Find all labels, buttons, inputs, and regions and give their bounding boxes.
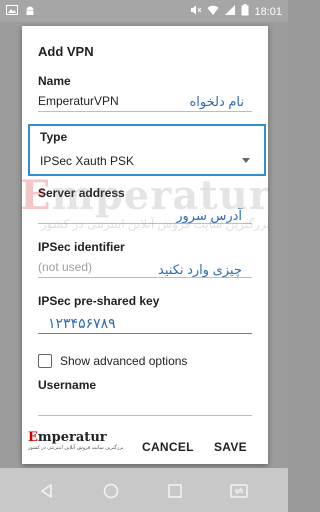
sim-switch-icon[interactable] bbox=[228, 480, 250, 502]
psk-field[interactable]: ۱۲۳۴۵۶۷۸۹ bbox=[38, 312, 252, 334]
signal-icon bbox=[224, 4, 236, 19]
show-advanced-label: Show advanced options bbox=[60, 354, 188, 368]
name-hint: نام دلخواه bbox=[189, 94, 244, 109]
add-vpn-dialog: Add VPN Name EmperaturVPN نام دلخواه Typ… bbox=[22, 26, 268, 464]
show-advanced-checkbox[interactable] bbox=[38, 354, 52, 368]
ipsec-identifier-placeholder: (not used) bbox=[38, 260, 93, 274]
server-address-hint: آدرس سرور bbox=[176, 208, 242, 223]
battery-icon bbox=[241, 4, 249, 19]
ipsec-identifier-hint: چیزی وارد نکنید bbox=[158, 262, 242, 277]
save-button[interactable]: SAVE bbox=[214, 440, 247, 454]
name-field-value: EmperaturVPN bbox=[38, 94, 119, 108]
type-value: IPSec Xauth PSK bbox=[40, 154, 135, 168]
back-icon[interactable] bbox=[36, 480, 58, 502]
cancel-button[interactable]: CANCEL bbox=[142, 440, 194, 454]
type-dropdown[interactable]: Type IPSec Xauth PSK bbox=[28, 124, 266, 176]
android-icon bbox=[24, 4, 36, 19]
gallery-icon bbox=[6, 4, 18, 19]
status-bar: 18:01 bbox=[0, 0, 288, 22]
psk-value: ۱۲۳۴۵۶۷۸۹ bbox=[48, 315, 116, 331]
name-label: Name bbox=[38, 74, 71, 88]
show-advanced-row[interactable]: Show advanced options bbox=[38, 354, 187, 368]
username-label: Username bbox=[38, 378, 97, 392]
clock: 18:01 bbox=[254, 5, 282, 18]
recents-icon[interactable] bbox=[164, 480, 186, 502]
ipsec-identifier-label: IPSec identifier bbox=[38, 240, 125, 254]
server-address-label: Server address bbox=[38, 186, 125, 200]
type-label: Type bbox=[40, 130, 68, 144]
username-field[interactable] bbox=[38, 394, 252, 416]
mute-icon bbox=[190, 4, 202, 19]
dialog-title: Add VPN bbox=[38, 44, 94, 59]
wifi-icon bbox=[207, 4, 219, 19]
dropdown-arrow-icon bbox=[242, 158, 250, 163]
home-icon[interactable] bbox=[100, 480, 122, 502]
emperatur-logo: Emperatur بزرگترین سایت فروش آنلاین اینت… bbox=[28, 430, 124, 451]
psk-label: IPSec pre-shared key bbox=[38, 294, 160, 308]
navigation-bar bbox=[0, 468, 288, 512]
